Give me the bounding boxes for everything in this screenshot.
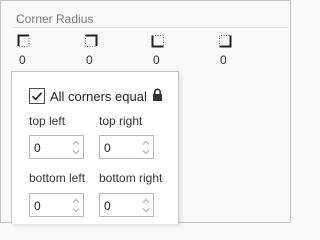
top-right-value: 0 [104,141,111,155]
corner-top-left[interactable]: 0 [17,34,37,68]
section-title: Corner Radius [16,12,94,26]
increment-arrow-icon[interactable] [141,196,151,205]
decrement-arrow-icon[interactable] [71,206,81,215]
corner-bottom-right-value: 0 [220,53,227,67]
bottom-left-stepper[interactable]: 0 [29,193,84,217]
bottom-right-value: 0 [104,199,111,213]
decrement-arrow-icon[interactable] [141,206,151,215]
increment-arrow-icon[interactable] [141,138,151,147]
corner-top-right[interactable]: 0 [84,34,104,68]
increment-arrow-icon[interactable] [71,138,81,147]
top-right-stepper[interactable]: 0 [99,135,154,159]
bottom-left-corner-icon [151,35,164,48]
top-left-value: 0 [34,141,41,155]
corner-bottom-right[interactable]: 0 [218,34,238,68]
bottom-left-value: 0 [34,199,41,213]
decrement-arrow-icon[interactable] [71,148,81,157]
bottom-right-corner-icon [219,35,232,48]
bottom-right-stepper[interactable]: 0 [99,193,154,217]
title-divider [12,27,288,28]
top-left-corner-icon [17,34,30,47]
top-left-label: top left [29,114,66,128]
corner-top-right-value: 0 [86,53,93,67]
check-icon [31,92,43,101]
top-left-stepper[interactable]: 0 [29,135,84,159]
corner-bottom-left[interactable]: 0 [151,34,171,68]
bottom-right-label: bottom right [99,171,163,185]
all-corners-equal-checkbox[interactable] [29,88,45,104]
corner-top-left-value: 0 [19,53,26,67]
bottom-left-label: bottom left [29,171,86,185]
corner-bottom-left-value: 0 [153,53,160,67]
decrement-arrow-icon[interactable] [141,148,151,157]
lock-icon[interactable] [152,88,163,101]
top-right-corner-icon [85,34,98,47]
top-right-label: top right [99,114,143,128]
all-corners-equal-label: All corners equal [50,89,147,104]
corner-radius-popup: All corners equal top left top right 0 0… [11,71,179,224]
increment-arrow-icon[interactable] [71,196,81,205]
